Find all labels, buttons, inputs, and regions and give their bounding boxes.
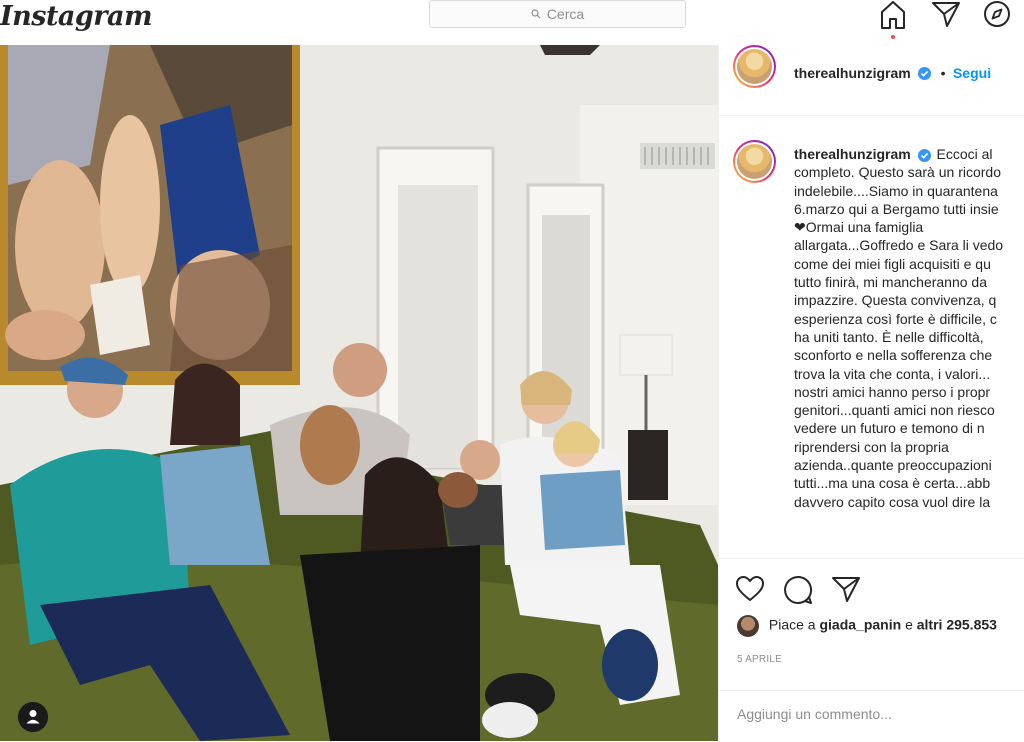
- comment-icon[interactable]: [783, 575, 813, 605]
- liker-username[interactable]: giada_panin: [819, 617, 901, 633]
- caption-line: ❤Ormai una famiglia: [794, 219, 924, 236]
- verified-badge-icon: [918, 67, 932, 81]
- post-photo[interactable]: [0, 45, 718, 741]
- likes-prefix: Piace a: [768, 616, 816, 633]
- home-icon[interactable]: [879, 0, 907, 30]
- direct-icon[interactable]: [931, 0, 961, 28]
- verified-badge-icon: [917, 148, 931, 162]
- header-author-row: therealhunzigram • Segui: [794, 65, 991, 83]
- post-caption: therealhunzigram Eccoci al completo. Que…: [794, 145, 1024, 603]
- likes-summary: Piace a giada_panin e altri 295.853: [737, 615, 997, 637]
- author-username[interactable]: therealhunzigram: [794, 65, 911, 81]
- caption-line: allargata...Goffredo e Sara li vedo: [794, 237, 1004, 254]
- caption-line: trova la vita che conta, i valori...: [794, 365, 991, 382]
- likes-count-link[interactable]: altri 295.853: [917, 617, 997, 633]
- instagram-logo[interactable]: Instagram: [0, 0, 153, 34]
- share-icon[interactable]: [831, 575, 861, 603]
- caption-line: therealhunzigram Eccoci al: [794, 145, 1024, 163]
- caption-line: davvero capito cosa vuol dire la: [794, 493, 991, 510]
- likes-conjunction: e: [905, 616, 913, 633]
- home-active-dot: [891, 35, 895, 39]
- search-placeholder: Cerca: [546, 6, 585, 22]
- tagged-user-icon[interactable]: [18, 702, 48, 732]
- caption-line: nostri amici hanno perso i propr: [794, 383, 991, 400]
- caption-line: vedere un futuro e temono di n: [794, 420, 985, 437]
- search-input[interactable]: Cerca: [429, 0, 686, 28]
- caption-line: impazzire. Questa convivenza, q: [794, 292, 997, 309]
- post-header: therealhunzigram • Segui: [719, 45, 1024, 116]
- post-side-panel: therealhunzigram • Segui therealhunzigra…: [718, 45, 1024, 741]
- like-heart-icon[interactable]: [735, 575, 765, 603]
- caption-line: sconforto e nella sofferenza che: [794, 347, 993, 364]
- top-navigation-bar: Instagram Cerca: [0, 0, 1024, 46]
- caption-line: riprendersi con la propria: [794, 438, 949, 455]
- follow-button[interactable]: Segui: [953, 65, 991, 81]
- author-avatar[interactable]: [733, 45, 776, 88]
- comment-form: Aggiungi un commento...: [719, 690, 1024, 742]
- post-date[interactable]: 5 APRILE: [737, 654, 782, 665]
- caption-line: tutto finirà, mi mancheranno da: [794, 274, 987, 291]
- caption-line: indelebile....Siamo in quarantena: [794, 182, 998, 199]
- caption-line: come dei miei figli acquisiti e qu: [794, 255, 991, 272]
- search-icon: [531, 9, 541, 19]
- caption-line: esperienza così forte è difficile, c: [794, 310, 997, 327]
- caption-author-username[interactable]: therealhunzigram: [794, 146, 911, 162]
- liker-avatar[interactable]: [737, 615, 759, 637]
- header-separator: •: [940, 65, 946, 81]
- comment-input[interactable]: Aggiungi un commento...: [737, 706, 892, 722]
- caption-line: genitori...quanti amici non riesco: [794, 402, 995, 419]
- caption-line: tutti...ma una cosa è certa...abb: [794, 475, 991, 492]
- caption-text: Eccoci al: [936, 146, 993, 162]
- family-photo-illustration: [0, 45, 718, 741]
- caption-line: 6.marzo qui a Bergamo tutti insie: [794, 200, 999, 217]
- caption-line: azienda..quante preoccupazioni: [794, 457, 992, 474]
- caption-line: completo. Questo sarà un ricordo: [794, 164, 1001, 181]
- explore-icon[interactable]: [983, 0, 1011, 28]
- caption-author-avatar[interactable]: [733, 140, 776, 183]
- caption-line: ha uniti tanto. È nelle difficoltà,: [794, 328, 984, 345]
